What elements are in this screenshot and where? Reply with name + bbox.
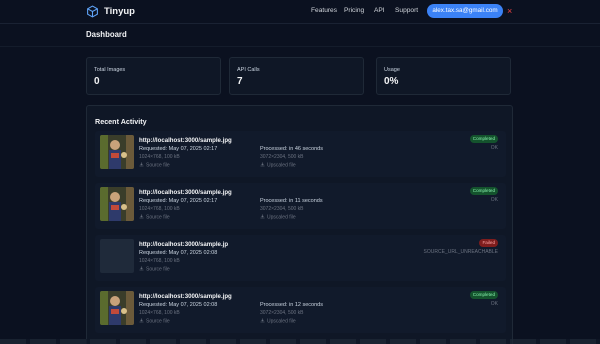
nav-features-link[interactable]: Features <box>311 7 337 14</box>
image-thumbnail[interactable] <box>100 187 134 221</box>
user-email-button[interactable]: alex.tax.sa@gmail.com <box>427 4 503 18</box>
processed-time: Processed: in 12 seconds <box>260 302 323 308</box>
source-dimensions: 1024×768, 100 kB <box>139 310 180 316</box>
source-file-label: Source file <box>146 318 170 325</box>
processed-time: Processed: in 11 seconds <box>260 198 323 204</box>
stat-value: 0 <box>94 76 100 87</box>
source-file-label: Source file <box>146 214 170 221</box>
image-placeholder <box>100 239 134 273</box>
upscaled-file-link[interactable]: Upscaled file <box>260 214 296 221</box>
result-text: OK <box>490 145 498 151</box>
section-title: Recent Activity <box>95 117 147 126</box>
source-file-link[interactable]: Source file <box>139 266 170 273</box>
status-badge: Completed <box>469 187 498 195</box>
download-icon <box>139 266 144 271</box>
upscaled-file-label: Upscaled file <box>267 162 296 169</box>
status-badge: Completed <box>469 135 498 143</box>
close-icon[interactable]: × <box>507 4 512 18</box>
recent-activity-panel: Recent Activity http://localhost:3000/sa… <box>86 105 513 344</box>
brand-name: Tinyup <box>104 6 135 17</box>
stat-card-api-calls: API Calls 7 <box>229 57 364 95</box>
image-url: http://localhost:3000/sample.jpg <box>139 189 232 196</box>
upscaled-file-link[interactable]: Upscaled file <box>260 318 296 325</box>
source-dimensions: 1024×768, 100 kB <box>139 258 180 264</box>
stat-card-usage: Usage 0% <box>376 57 511 95</box>
brand-logo-link[interactable]: Tinyup <box>86 5 135 18</box>
processed-time: Processed: in 46 seconds <box>260 146 323 152</box>
requested-time: Requested: May 07, 2025 02:17 <box>139 146 218 152</box>
download-icon <box>139 214 144 219</box>
source-file-link[interactable]: Source file <box>139 318 170 325</box>
status-badge: Completed <box>469 291 498 299</box>
upscaled-file-label: Upscaled file <box>267 214 296 221</box>
error-text: SOURCE_URL_UNREACHABLE <box>423 249 498 255</box>
stat-label: API Calls <box>237 67 260 73</box>
image-url: http://localhost:3000/sample.jpg <box>139 293 232 300</box>
stat-value: 0% <box>384 76 399 87</box>
page-title: Dashboard <box>86 30 127 39</box>
result-text: OK <box>490 301 498 307</box>
image-thumbnail[interactable] <box>100 135 134 169</box>
output-dimensions: 3072×2304, 500 kB <box>260 206 304 212</box>
activity-row: http://localhost:3000/sample.jpg Request… <box>95 287 506 333</box>
download-icon <box>139 162 144 167</box>
download-icon <box>260 318 265 323</box>
image-url: http://localhost:3000/sample.jpg <box>139 137 232 144</box>
output-dimensions: 3072×2304, 500 kB <box>260 310 304 316</box>
nav-support-link[interactable]: Support <box>395 7 418 14</box>
requested-time: Requested: May 07, 2025 02:08 <box>139 302 218 308</box>
upscaled-file-link[interactable]: Upscaled file <box>260 162 296 169</box>
taskbar-strip <box>0 339 600 344</box>
nav-api-link[interactable]: API <box>374 7 385 14</box>
source-file-label: Source file <box>146 266 170 273</box>
stat-card-total-images: Total Images 0 <box>86 57 221 95</box>
cube-logo-icon <box>87 5 98 18</box>
source-file-label: Source file <box>146 162 170 169</box>
result-text: OK <box>490 197 498 203</box>
image-thumbnail[interactable] <box>100 291 134 325</box>
upscaled-file-label: Upscaled file <box>267 318 296 325</box>
activity-row: http://localhost:3000/sample.jp Requeste… <box>95 235 506 281</box>
top-nav-bar: Tinyup Features Pricing API Support alex… <box>0 0 600 24</box>
stat-value: 7 <box>237 76 243 87</box>
nav-pricing-link[interactable]: Pricing <box>344 7 364 14</box>
requested-time: Requested: May 07, 2025 02:08 <box>139 250 218 256</box>
source-file-link[interactable]: Source file <box>139 162 170 169</box>
divider <box>0 46 600 47</box>
source-file-link[interactable]: Source file <box>139 214 170 221</box>
source-dimensions: 1024×768, 100 kB <box>139 154 180 160</box>
stat-label: Usage <box>384 67 400 73</box>
activity-row: http://localhost:3000/sample.jpg Request… <box>95 131 506 177</box>
download-icon <box>139 318 144 323</box>
image-url: http://localhost:3000/sample.jp <box>139 241 229 248</box>
source-dimensions: 1024×768, 100 kB <box>139 206 180 212</box>
download-icon <box>260 214 265 219</box>
download-icon <box>260 162 265 167</box>
activity-row: http://localhost:3000/sample.jpg Request… <box>95 183 506 229</box>
output-dimensions: 3072×2304, 500 kB <box>260 154 304 160</box>
requested-time: Requested: May 07, 2025 02:17 <box>139 198 218 204</box>
status-badge: Failed <box>479 239 498 247</box>
stat-label: Total Images <box>94 67 126 73</box>
